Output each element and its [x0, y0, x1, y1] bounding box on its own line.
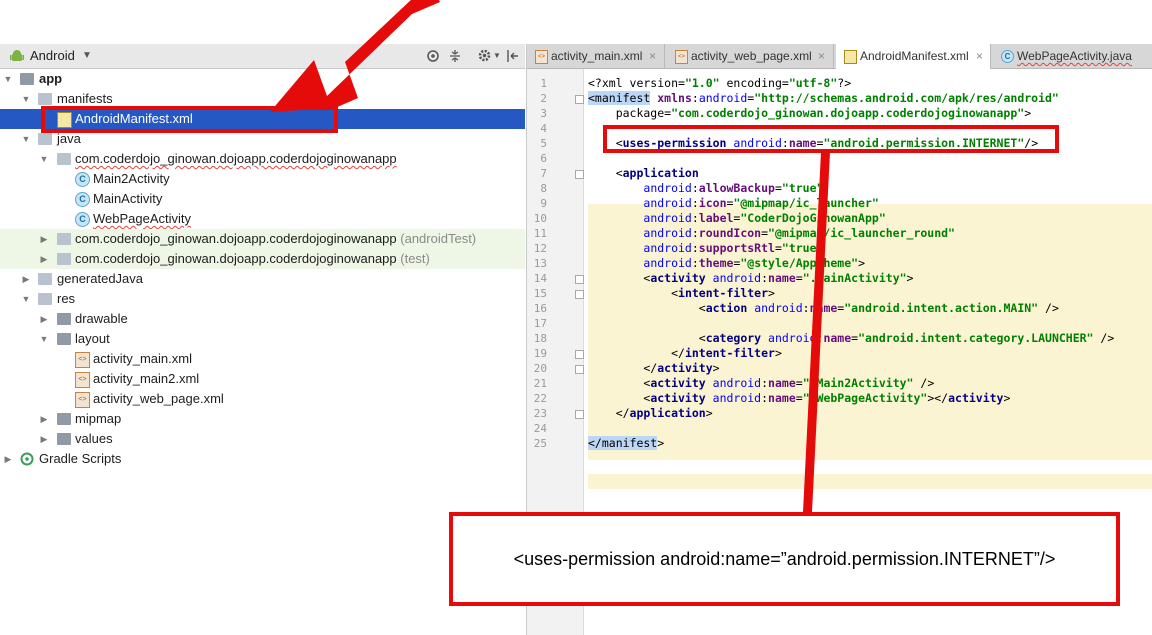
- manifest-highlight-box: [41, 106, 338, 133]
- callout-box: <uses-permission android:name=”android.p…: [449, 512, 1120, 606]
- callout-text: <uses-permission android:name=”android.p…: [513, 549, 1056, 569]
- permission-highlight-box: [603, 125, 1059, 153]
- red-arrow-icon: [270, 0, 440, 112]
- connector-line: [803, 152, 830, 512]
